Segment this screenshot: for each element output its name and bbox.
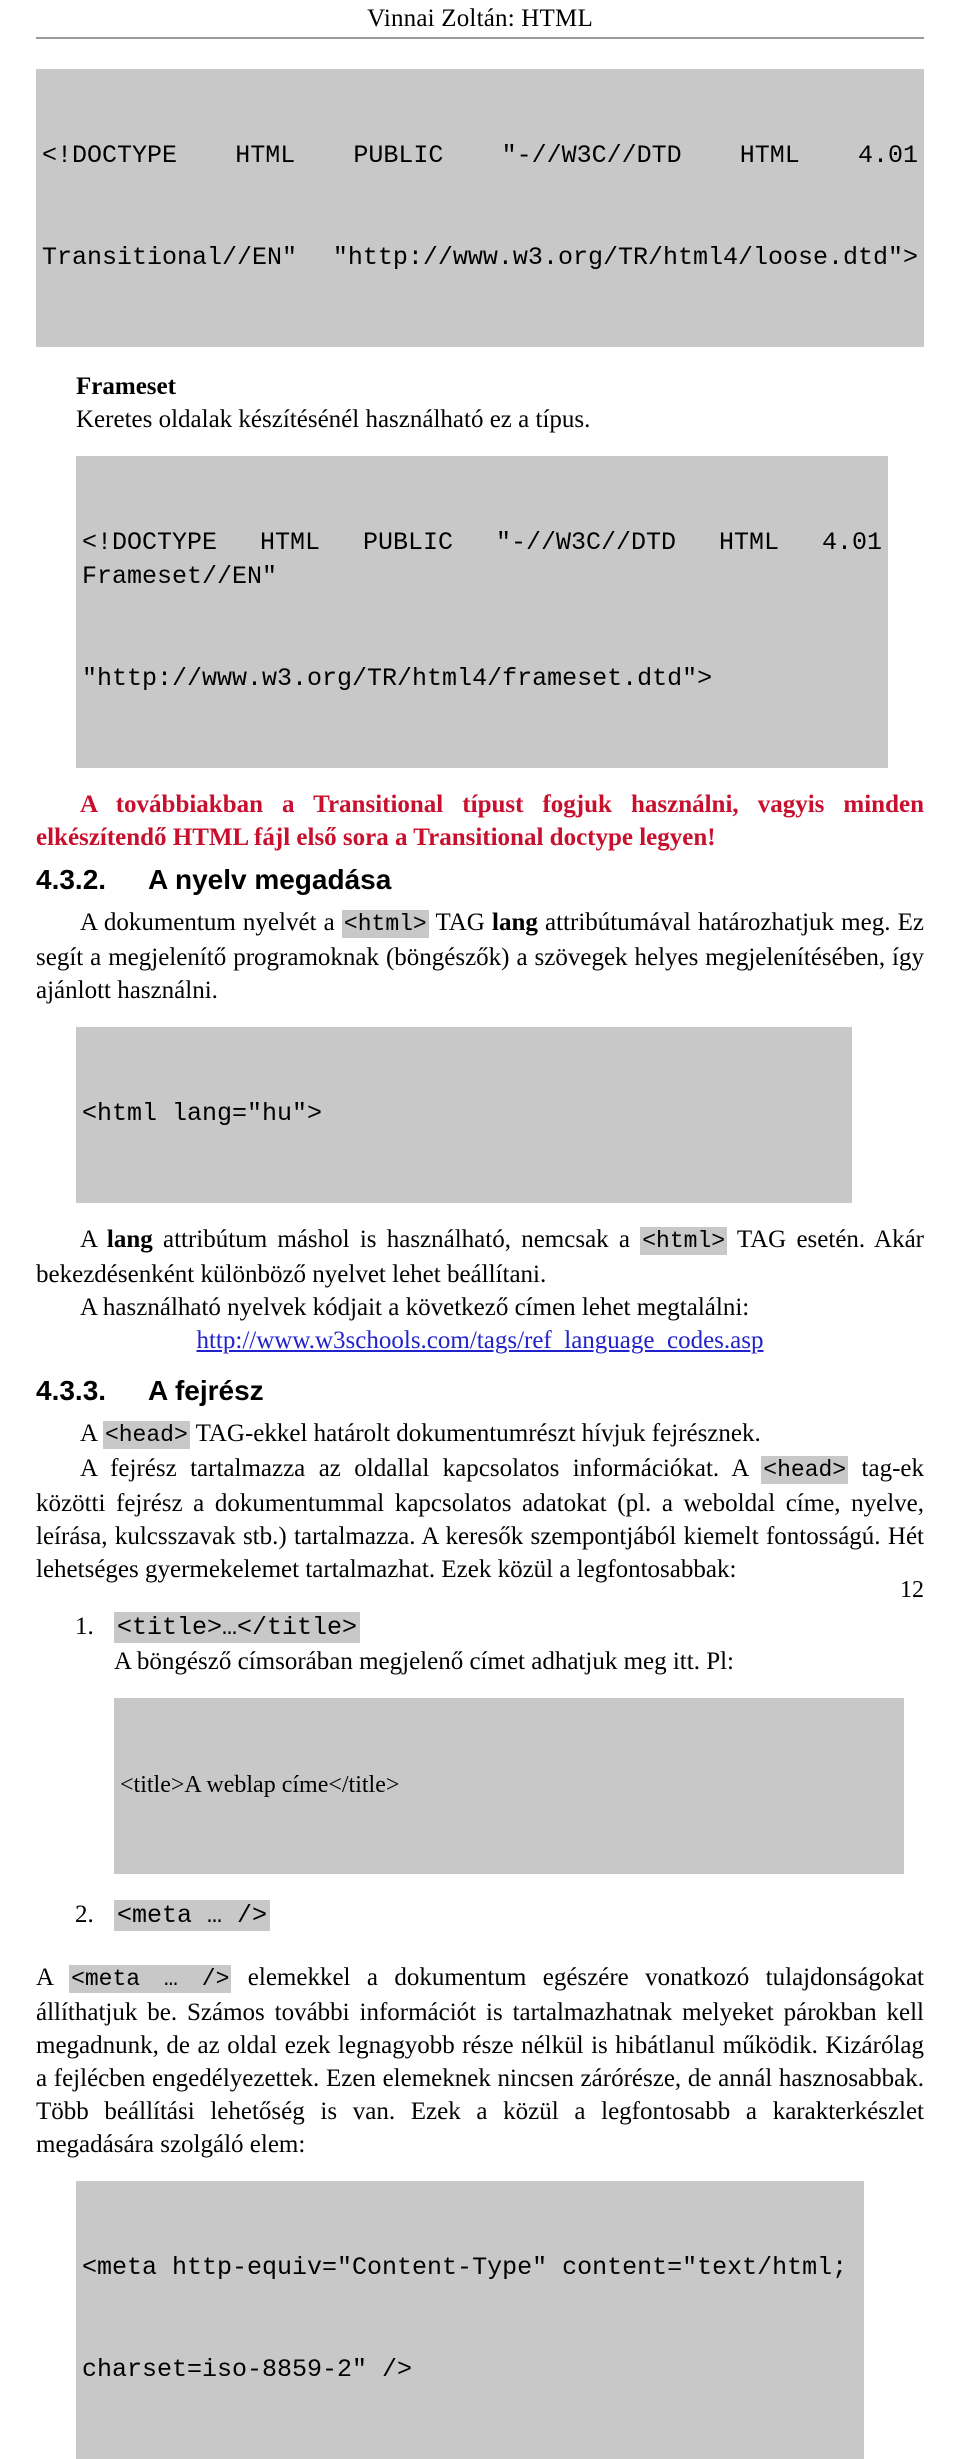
inline-code-html-tag: <html> xyxy=(341,910,429,938)
inline-code-head-tag: <head> xyxy=(761,1456,849,1484)
para-text-a: A dokumentum nyelvét a xyxy=(80,909,342,936)
code-line-1: <title>A weblap címe</title> xyxy=(120,1772,400,1798)
list-item: <meta … /> xyxy=(100,1898,924,1933)
para-text-b: elemekkel a dokumentum egészére vonatkoz… xyxy=(36,1964,924,2158)
heading-number: 4.3.2. xyxy=(36,864,107,895)
para-bold-lang: lang xyxy=(106,1226,153,1253)
page-content: <!DOCTYPE HTML PUBLIC "-//W3C//DTD HTML … xyxy=(36,47,924,2459)
heading-text: A nyelv megadása xyxy=(148,864,392,895)
frameset-group: Frameset Keretes oldalak készítésénél ha… xyxy=(76,371,924,436)
para-bold-lang: lang xyxy=(492,909,538,936)
code-block-title-example: <title>A weblap címe</title> xyxy=(114,1698,904,1874)
inline-code-meta-tag: <meta … /> xyxy=(69,1965,232,1993)
transitional-warning-note: A továbbiakban a Transitional típust fog… xyxy=(36,791,924,851)
code-line-2: "http://www.w3.org/TR/html4/frameset.dtd… xyxy=(82,664,713,693)
section-433-meta-paragraph: A <meta … /> elemekkel a dokumentum egés… xyxy=(36,1961,924,2161)
code-line-1: <!DOCTYPE HTML PUBLIC "-//W3C//DTD HTML … xyxy=(42,141,918,170)
section-432-paragraph-1: A dokumentum nyelvét a <html> TAG lang a… xyxy=(36,906,924,1007)
para-text-a: A fejrész tartalmazza az oldallal kapcso… xyxy=(80,1455,762,1482)
section-433-paragraph-1: A <head> TAG-ekkel határolt dokumentumré… xyxy=(36,1417,924,1452)
header-title: Vinnai Zoltán: HTML xyxy=(367,5,593,32)
code-block-meta-charset: <meta http-equiv="Content-Type" content=… xyxy=(76,2181,864,2459)
inline-code-html-tag: <html> xyxy=(640,1227,728,1255)
code-block-doctype-frameset: <!DOCTYPE HTML PUBLIC "-//W3C//DTD HTML … xyxy=(76,456,888,768)
para-text-a: A xyxy=(80,1420,103,1447)
section-432-paragraph-2: A lang attribútum máshol is használható,… xyxy=(36,1223,924,1291)
inline-code-title-tag: <title>…</title> xyxy=(114,1612,361,1643)
code-line-2: Transitional//EN" "http://www.w3.org/TR/… xyxy=(42,243,918,272)
heading-4-3-2: 4.3.2. A nyelv megadása xyxy=(36,862,924,898)
code-block-html-lang: <html lang="hu"> xyxy=(76,1027,852,1203)
heading-text: A fejrész xyxy=(148,1375,264,1406)
para-text-a: A xyxy=(80,1226,107,1253)
code-line-1: <html lang="hu"> xyxy=(82,1099,323,1128)
list-item-description: A böngésző címsorában megjelenő címet ad… xyxy=(114,1648,734,1675)
page-number: 12 xyxy=(900,1577,924,1603)
inline-code-head-tag: <head> xyxy=(102,1421,190,1449)
inline-code-meta-tag: <meta … /> xyxy=(114,1900,271,1931)
code-line-1: <!DOCTYPE HTML PUBLIC "-//W3C//DTD HTML … xyxy=(82,528,898,591)
para-text-b: attribútum máshol is használható, nemcsa… xyxy=(152,1226,641,1253)
para-text-b: TAG xyxy=(428,909,492,936)
frameset-description: Keretes oldalak készítésénél használható… xyxy=(76,406,591,433)
para-text-a: A xyxy=(36,1964,70,1991)
code-line-2: charset=iso-8859-2" /> xyxy=(82,2355,413,2384)
section-433-paragraph-2: A fejrész tartalmazza az oldallal kapcso… xyxy=(36,1452,924,1586)
section-432-paragraph-3: A használható nyelvek kódjait a következ… xyxy=(80,1294,750,1321)
w3schools-language-codes-link[interactable]: http://www.w3schools.com/tags/ref_langua… xyxy=(196,1327,763,1354)
language-codes-link-line: http://www.w3schools.com/tags/ref_langua… xyxy=(36,1324,924,1357)
running-header: Vinnai Zoltán: HTML xyxy=(36,0,924,34)
heading-number: 4.3.3. xyxy=(36,1375,107,1406)
header-divider xyxy=(36,37,924,39)
heading-4-3-3: 4.3.3. A fejrész xyxy=(36,1373,924,1409)
code-line-1: <meta http-equiv="Content-Type" content=… xyxy=(82,2253,848,2282)
para-text-b: TAG-ekkel határolt dokumentumrészt hívju… xyxy=(189,1420,761,1447)
frameset-subheading: Frameset xyxy=(76,373,176,400)
list-item: <title>…</title> A böngésző címsorában m… xyxy=(100,1610,924,1898)
document-page: Vinnai Zoltán: HTML <!DOCTYPE HTML PUBLI… xyxy=(0,0,960,2459)
code-block-doctype-transitional: <!DOCTYPE HTML PUBLIC "-//W3C//DTD HTML … xyxy=(36,69,924,347)
head-children-list: <title>…</title> A böngésző címsorában m… xyxy=(36,1610,924,1933)
